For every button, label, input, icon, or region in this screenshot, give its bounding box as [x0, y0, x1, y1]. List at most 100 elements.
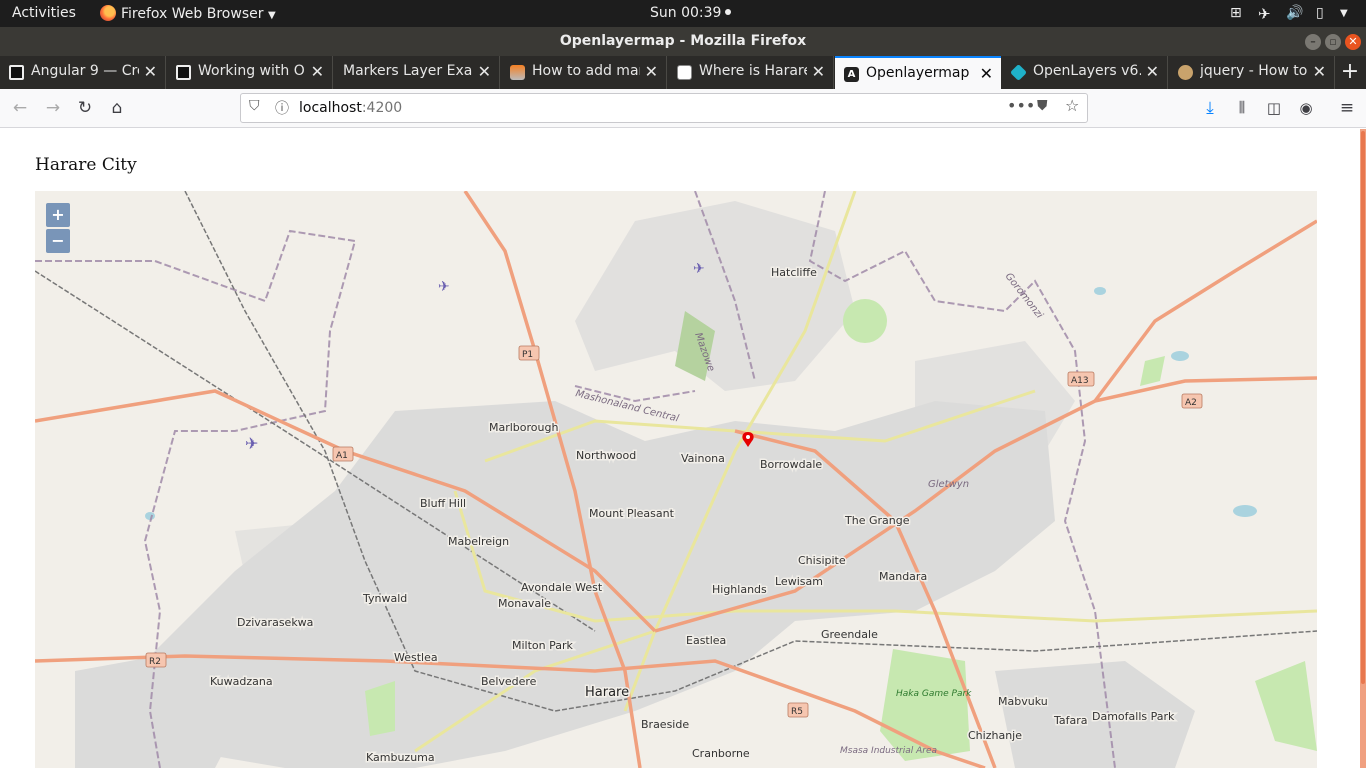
angular-icon: A — [844, 67, 859, 82]
close-window-icon[interactable]: ✕ — [1345, 34, 1361, 50]
tab-label: Angular 9 — Cre — [31, 63, 139, 79]
medium-icon — [9, 65, 24, 80]
place-label: Hatcliffe — [771, 266, 817, 279]
map-viewport[interactable]: P1 A1 A13 A2 R2 R5 ✈ ✈ ✈ Mashonaland Cen… — [35, 191, 1317, 768]
tab-label: jquery - How to — [1200, 63, 1308, 79]
park-label: Haka Game Park — [896, 689, 972, 699]
svg-text:A13: A13 — [1071, 376, 1089, 386]
tab-1[interactable]: Working with Op ✕ — [167, 56, 333, 89]
jquery-icon — [1178, 65, 1193, 80]
page-content: Harare City P1 A1 A13 A2 R2 R5 ✈ ✈ ✈ Mas… — [0, 129, 1366, 768]
place-label: Monavale — [498, 597, 551, 610]
map-tiles: P1 A1 A13 A2 R2 R5 ✈ ✈ ✈ Mashonaland Cen… — [35, 191, 1317, 768]
library-icon[interactable]: ⫼ — [1231, 97, 1253, 119]
close-tab-icon[interactable]: ✕ — [645, 62, 658, 81]
battery-icon[interactable]: ▯ — [1316, 5, 1324, 21]
notification-dot-icon — [725, 9, 732, 15]
pocket-icon[interactable]: ⛊ — [1037, 98, 1048, 114]
close-tab-icon[interactable]: ✕ — [812, 62, 825, 81]
svg-text:A1: A1 — [336, 451, 348, 461]
place-label: Chisipite — [798, 554, 846, 567]
place-label: Eastlea — [686, 634, 726, 647]
svg-text:R2: R2 — [149, 657, 161, 667]
tab-6[interactable]: OpenLayers v6. ✕ — [1002, 56, 1168, 89]
airplane-mode-icon[interactable]: ✈ — [1258, 5, 1271, 23]
url-text[interactable]: localhost:4200 — [299, 100, 402, 116]
road-shield-a2: A2 — [1181, 393, 1203, 409]
region-label: Goromonzi — [1003, 271, 1045, 321]
tab-4[interactable]: Where is Harare ✕ — [668, 56, 834, 89]
road-shield-r5: R5 — [787, 702, 809, 718]
close-tab-icon[interactable]: ✕ — [1313, 62, 1326, 81]
place-label: Bluff Hill — [420, 497, 466, 510]
place-label: Northwood — [576, 449, 636, 462]
clock-label: Sun 00:39 — [650, 5, 722, 21]
close-tab-icon[interactable]: ✕ — [144, 62, 157, 81]
url-bar[interactable]: ⛉ ⓘ localhost:4200 ••• ⛊ ☆ — [240, 93, 1088, 123]
close-tab-icon[interactable]: ✕ — [311, 62, 324, 81]
place-label: Belvedere — [481, 675, 537, 688]
tab-0[interactable]: Angular 9 — Cre ✕ — [0, 56, 166, 89]
place-label: Vainona — [681, 452, 725, 465]
road-shield-a1: A1 — [332, 446, 354, 462]
volume-icon[interactable]: 🔊 — [1286, 5, 1303, 21]
close-tab-icon[interactable]: ✕ — [478, 62, 491, 81]
network-icon[interactable]: ⊞ — [1230, 5, 1242, 21]
maximize-icon[interactable]: ▫ — [1325, 34, 1341, 50]
scrollbar-thumb[interactable] — [1361, 131, 1365, 684]
stackoverflow-icon — [510, 65, 525, 80]
close-tab-icon[interactable]: ✕ — [1146, 62, 1159, 81]
site-info-icon[interactable]: ⓘ — [275, 98, 289, 118]
area-label: Msasa Industrial Area — [840, 746, 937, 756]
place-label: Mandara — [879, 570, 927, 583]
clock[interactable]: Sun 00:39 — [650, 5, 732, 21]
tab-label: How to add mar — [532, 63, 640, 79]
tab-label: Where is Harare — [699, 63, 807, 79]
zoom-in-button[interactable]: + — [46, 203, 70, 227]
forward-icon[interactable]: → — [42, 97, 64, 119]
road-shield-p1: P1 — [518, 345, 540, 361]
new-tab-icon[interactable]: + — [1337, 59, 1363, 84]
zoom-out-button[interactable]: − — [46, 229, 70, 253]
home-icon[interactable]: ⌂ — [106, 97, 128, 119]
place-label: Mabelreign — [448, 535, 509, 548]
system-top-bar: Activities Firefox Web Browser ▼ Sun 00:… — [0, 0, 1366, 27]
svg-text:P1: P1 — [522, 350, 533, 360]
tab-3[interactable]: How to add mar ✕ — [501, 56, 667, 89]
app-menu[interactable]: Firefox Web Browser ▼ — [100, 5, 276, 22]
tab-7[interactable]: jquery - How to ✕ — [1169, 56, 1335, 89]
place-label: Kuwadzana — [210, 675, 273, 688]
svg-text:A2: A2 — [1185, 398, 1197, 408]
tab-2[interactable]: Markers Layer Exam ✕ — [334, 56, 500, 89]
place-label: Highlands — [712, 583, 767, 596]
bookmark-star-icon[interactable]: ☆ — [1065, 96, 1079, 115]
back-icon[interactable]: ← — [9, 97, 31, 119]
place-label: Avondale West — [521, 581, 603, 594]
airport-icon: ✈ — [693, 261, 705, 277]
page-actions-icon[interactable]: ••• — [1007, 96, 1035, 115]
tab-label: Working with Op — [198, 63, 306, 79]
tab-label: Openlayermap — [866, 65, 970, 81]
page-title: Harare City — [35, 155, 137, 175]
svg-text:R5: R5 — [791, 707, 803, 717]
account-icon[interactable]: ◉ — [1295, 97, 1317, 119]
downloads-icon[interactable]: ⤓ — [1199, 97, 1221, 119]
menu-icon[interactable]: ≡ — [1336, 97, 1358, 119]
window-title: Openlayermap - Mozilla Firefox — [559, 33, 807, 49]
sidebar-icon[interactable]: ◫ — [1263, 97, 1285, 119]
minimize-icon[interactable]: – — [1305, 34, 1321, 50]
tab-label: Markers Layer Exam — [343, 63, 473, 79]
tab-label: OpenLayers v6. — [1033, 63, 1141, 79]
openlayers-icon — [1010, 64, 1027, 81]
reload-icon[interactable]: ↻ — [74, 97, 96, 119]
place-label: Damofalls Park — [1092, 710, 1175, 723]
place-label: Westlea — [394, 651, 438, 664]
place-label: Mount Pleasant — [589, 507, 675, 520]
tracking-protection-icon[interactable]: ⛉ — [249, 98, 260, 114]
close-tab-icon[interactable]: ✕ — [980, 64, 993, 83]
url-port: :4200 — [361, 100, 403, 116]
place-label: Harare — [585, 685, 629, 700]
system-menu-chevron-icon[interactable]: ▼ — [1340, 8, 1348, 19]
activities-button[interactable]: Activities — [12, 5, 76, 21]
tab-5[interactable]: A Openlayermap ✕ — [835, 56, 1001, 89]
